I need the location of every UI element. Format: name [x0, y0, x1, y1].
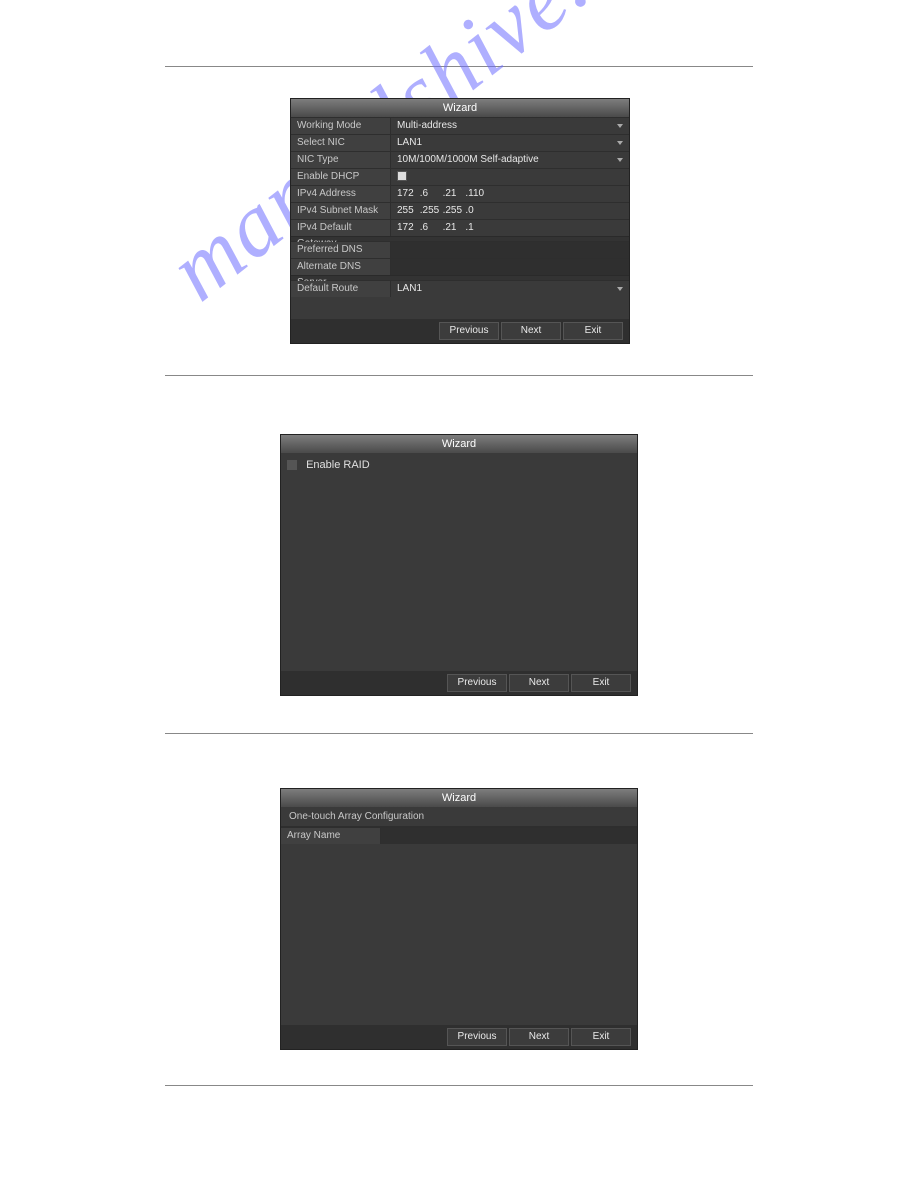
next-button[interactable]: Next — [509, 1028, 569, 1046]
ip-seg: .110 — [465, 186, 485, 202]
label: NIC Type — [291, 152, 391, 168]
divider — [165, 1085, 753, 1086]
ip-seg: 172 — [397, 186, 417, 202]
label: IPv4 Default Gateway — [291, 220, 391, 236]
previous-button[interactable]: Previous — [439, 322, 499, 340]
chevron-down-icon — [617, 158, 623, 162]
row-working-mode: Working Mode Multi-address — [291, 117, 629, 134]
panel-footer: Previous Next Exit — [291, 319, 629, 343]
divider — [165, 375, 753, 376]
panel-title: Wizard — [291, 99, 629, 117]
wizard-array-panel: Wizard One-touch Array Configuration Arr… — [280, 788, 638, 1050]
enable-dhcp-checkbox[interactable] — [397, 171, 407, 181]
previous-button[interactable]: Previous — [447, 674, 507, 692]
value-cell — [391, 169, 629, 185]
divider — [165, 66, 753, 67]
dropdown-value: Multi-address — [397, 120, 457, 131]
ipv4-subnet-input[interactable]: 255 .255 .255 .0 — [391, 203, 629, 219]
ipv4-address-input[interactable]: 172 .6 .21 .110 — [391, 186, 629, 202]
nic-type-dropdown[interactable]: 10M/100M/1000M Self-adaptive — [391, 152, 629, 168]
ip-seg: 172 — [397, 220, 417, 236]
dropdown-value: LAN1 — [397, 137, 422, 148]
row-array-name: Array Name — [281, 827, 637, 844]
next-button[interactable]: Next — [501, 322, 561, 340]
chevron-down-icon — [617, 124, 623, 128]
ip-seg: .6 — [420, 220, 440, 236]
row-default-route: Default Route LAN1 — [291, 280, 629, 297]
ip-seg: 255 — [397, 203, 417, 219]
exit-button[interactable]: Exit — [571, 674, 631, 692]
panel-title: Wizard — [281, 435, 637, 453]
select-nic-dropdown[interactable]: LAN1 — [391, 135, 629, 151]
ip-seg: .255 — [420, 203, 440, 219]
ip-seg: .0 — [465, 203, 485, 219]
ip-seg: .1 — [465, 220, 485, 236]
dropdown-value: 10M/100M/1000M Self-adaptive — [397, 154, 539, 165]
panel-footer: Previous Next Exit — [281, 671, 637, 695]
wizard-raid-panel: Wizard Enable RAID Previous Next Exit — [280, 434, 638, 696]
array-name-input[interactable] — [381, 828, 637, 844]
label: Preferred DNS Server — [291, 242, 391, 258]
label: Enable DHCP — [291, 169, 391, 185]
row-preferred-dns: Preferred DNS Server — [291, 241, 629, 258]
label: Alternate DNS Server — [291, 259, 391, 275]
section-header: One-touch Array Configuration — [281, 807, 637, 827]
panel-footer: Previous Next Exit — [281, 1025, 637, 1049]
ip-seg: .255 — [443, 203, 463, 219]
label: IPv4 Address — [291, 186, 391, 202]
exit-button[interactable]: Exit — [571, 1028, 631, 1046]
enable-raid-label: Enable RAID — [306, 459, 370, 471]
ipv4-gateway-input[interactable]: 172 .6 .21 .1 — [391, 220, 629, 236]
ip-seg: .21 — [443, 186, 463, 202]
row-nic-type: NIC Type 10M/100M/1000M Self-adaptive — [291, 151, 629, 168]
previous-button[interactable]: Previous — [447, 1028, 507, 1046]
row-ipv4-subnet: IPv4 Subnet Mask 255 .255 .255 .0 — [291, 202, 629, 219]
page: manualshive.com Wizard Working Mode Mult… — [0, 0, 918, 1188]
label: Array Name — [281, 828, 381, 844]
ip-seg: .6 — [420, 186, 440, 202]
wizard-network-panel: Wizard Working Mode Multi-address Select… — [290, 98, 630, 344]
chevron-down-icon — [617, 287, 623, 291]
ip-seg: .21 — [443, 220, 463, 236]
working-mode-dropdown[interactable]: Multi-address — [391, 118, 629, 134]
divider — [165, 733, 753, 734]
label: IPv4 Subnet Mask — [291, 203, 391, 219]
chevron-down-icon — [617, 141, 623, 145]
row-alternate-dns: Alternate DNS Server — [291, 258, 629, 275]
enable-raid-row: Enable RAID — [281, 453, 637, 477]
alternate-dns-input[interactable] — [391, 259, 629, 275]
default-route-dropdown[interactable]: LAN1 — [391, 281, 629, 297]
panel-title: Wizard — [281, 789, 637, 807]
next-button[interactable]: Next — [509, 674, 569, 692]
label: Working Mode — [291, 118, 391, 134]
row-ipv4-gateway: IPv4 Default Gateway 172 .6 .21 .1 — [291, 219, 629, 236]
row-ipv4-address: IPv4 Address 172 .6 .21 .110 — [291, 185, 629, 202]
label: Default Route — [291, 281, 391, 297]
preferred-dns-input[interactable] — [391, 242, 629, 258]
enable-raid-checkbox[interactable] — [287, 460, 297, 470]
dropdown-value: LAN1 — [397, 283, 422, 294]
row-enable-dhcp: Enable DHCP — [291, 168, 629, 185]
row-select-nic: Select NIC LAN1 — [291, 134, 629, 151]
label: Select NIC — [291, 135, 391, 151]
exit-button[interactable]: Exit — [563, 322, 623, 340]
